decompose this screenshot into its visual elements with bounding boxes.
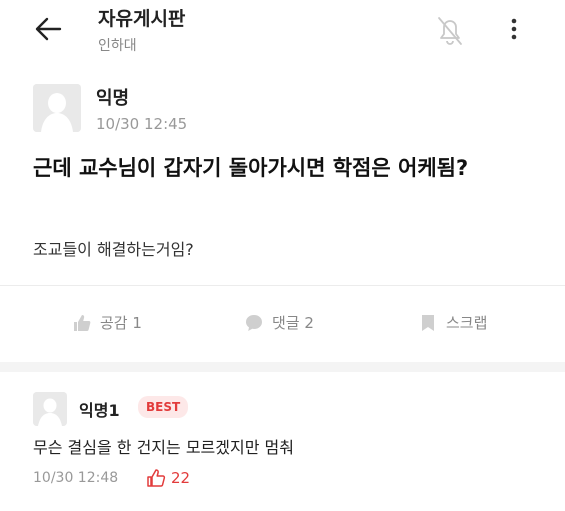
app-header: 자유게시판 인하대 xyxy=(0,0,565,64)
bookmark-icon xyxy=(422,314,434,331)
thumbs-up-icon xyxy=(74,314,91,331)
comment-author: 익명1 xyxy=(79,401,120,420)
avatar xyxy=(33,84,81,132)
like-count-label: 공감 1 xyxy=(100,314,142,332)
notification-off-icon[interactable] xyxy=(430,12,470,48)
comment-avatar xyxy=(33,392,67,426)
like-button[interactable]: 공감 1 xyxy=(72,312,142,333)
post-body: 조교들이 해결하는거임? xyxy=(33,240,194,259)
post-timestamp: 10/30 12:45 xyxy=(96,115,188,133)
back-arrow-icon[interactable] xyxy=(30,14,70,44)
more-vertical-icon[interactable] xyxy=(504,14,524,44)
section-gap xyxy=(0,362,565,372)
comment-icon xyxy=(246,314,262,331)
scrap-label: 스크랩 xyxy=(446,314,488,332)
comment-button[interactable]: 댓글 2 xyxy=(244,312,314,333)
post-title: 근데 교수님이 갑자기 돌아가시면 학점은 어케됨? xyxy=(33,156,469,180)
comment-timestamp: 10/30 12:48 xyxy=(33,470,119,486)
scrap-button[interactable]: 스크랩 xyxy=(418,312,487,333)
comment-count-label: 댓글 2 xyxy=(272,314,314,332)
board-subtitle: 인하대 xyxy=(98,38,137,54)
comment-like-button[interactable]: 22 xyxy=(146,468,190,488)
thumbs-up-icon xyxy=(147,469,166,487)
comment-like-count: 22 xyxy=(171,469,191,487)
best-badge: BEST xyxy=(138,396,189,418)
board-title: 자유게시판 xyxy=(98,8,186,30)
post-author: 익명 xyxy=(96,88,130,109)
comment-body: 무슨 결심을 한 건지는 모르겠지만 멈춰 xyxy=(33,438,294,457)
post-actions: 공감 1 댓글 2 스크랩 xyxy=(0,286,565,362)
